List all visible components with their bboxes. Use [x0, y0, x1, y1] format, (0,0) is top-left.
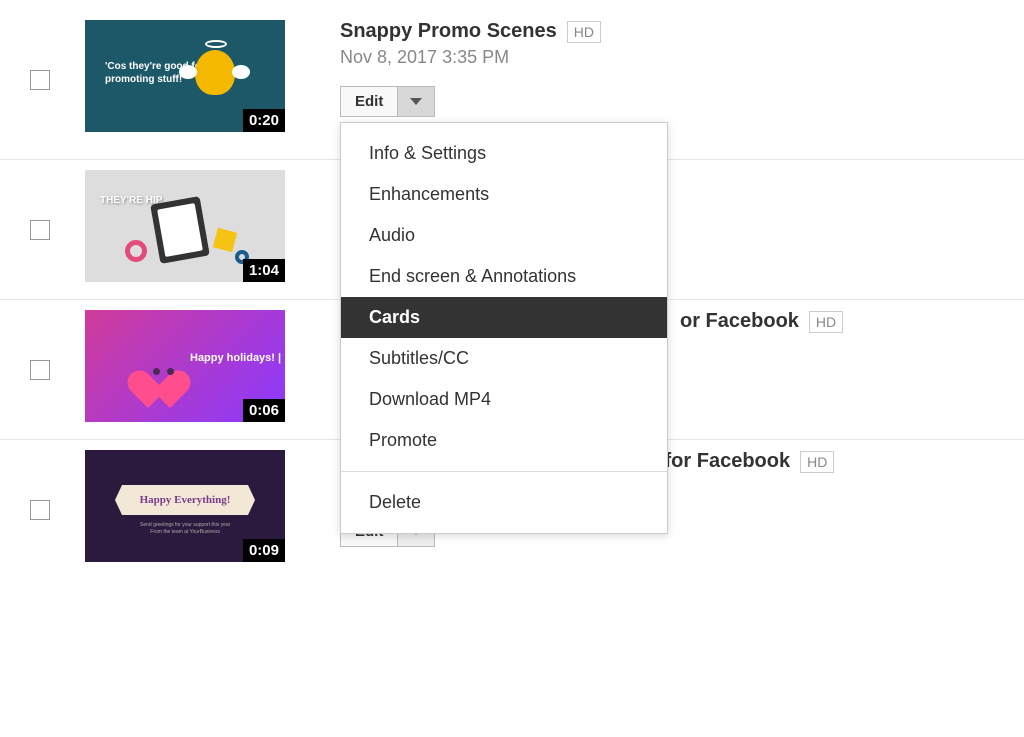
menu-section: Delete	[341, 472, 667, 533]
wing-icon	[179, 65, 197, 79]
edit-button[interactable]: Edit	[340, 86, 398, 117]
halo-icon	[205, 40, 227, 48]
menu-item-enhancements[interactable]: Enhancements	[341, 174, 667, 215]
duration-badge: 0:06	[243, 399, 285, 422]
duration-badge: 0:09	[243, 539, 285, 562]
thumb-subtext: Send greetings for your support this yea…	[140, 522, 230, 536]
menu-item-end-screen[interactable]: End screen & Annotations	[341, 256, 667, 297]
hd-badge: HD	[809, 311, 843, 333]
hd-badge: HD	[567, 21, 601, 43]
eye-icon	[167, 368, 174, 375]
thumb-caption: Happy holidays! |	[190, 352, 281, 364]
title-row: Snappy Promo Scenes HD	[340, 20, 1024, 43]
edit-dropdown-menu: Info & Settings Enhancements Audio End s…	[340, 122, 668, 534]
cube-icon	[213, 228, 237, 252]
menu-item-delete[interactable]: Delete	[341, 482, 667, 523]
video-info: Snappy Promo Scenes HD Nov 8, 2017 3:35 …	[290, 20, 1024, 117]
checkbox-cell	[0, 310, 80, 380]
menu-item-info-settings[interactable]: Info & Settings	[341, 133, 667, 174]
video-thumbnail[interactable]: Happy Everything! Send greetings for you…	[85, 450, 285, 562]
thumbnail-cell: 'Cos they're good forpromoting stuff! 0:…	[80, 20, 290, 132]
menu-item-promote[interactable]: Promote	[341, 420, 667, 461]
checkbox-cell	[0, 450, 80, 520]
video-thumbnail[interactable]: 'Cos they're good forpromoting stuff! 0:…	[85, 20, 285, 132]
select-checkbox[interactable]	[30, 70, 50, 90]
ring-icon	[125, 240, 147, 262]
duration-badge: 1:04	[243, 259, 285, 282]
card-icon	[150, 196, 210, 264]
select-checkbox[interactable]	[30, 500, 50, 520]
video-list: 'Cos they're good forpromoting stuff! 0:…	[0, 0, 1024, 580]
hd-badge: HD	[800, 451, 834, 473]
select-checkbox[interactable]	[30, 220, 50, 240]
thumb-caption: Happy Everything!	[140, 494, 231, 506]
wing-icon	[232, 65, 250, 79]
menu-item-cards[interactable]: Cards	[341, 297, 667, 338]
menu-section: Info & Settings Enhancements Audio End s…	[341, 123, 667, 471]
select-checkbox[interactable]	[30, 360, 50, 380]
checkbox-cell	[0, 170, 80, 240]
thumbnail-cell: Happy Everything! Send greetings for you…	[80, 450, 290, 562]
eye-icon	[153, 368, 160, 375]
heart-icon	[141, 355, 185, 395]
character-icon	[195, 50, 235, 95]
menu-item-subtitles[interactable]: Subtitles/CC	[341, 338, 667, 379]
thumbnail-cell: THEY'RE HIP 1:04	[80, 170, 290, 282]
thumbnail-cell: Happy holidays! | 0:06	[80, 310, 290, 422]
video-thumbnail[interactable]: Happy holidays! | 0:06	[85, 310, 285, 422]
video-title[interactable]: or Facebook	[680, 310, 799, 333]
checkbox-cell	[0, 20, 80, 90]
menu-item-audio[interactable]: Audio	[341, 215, 667, 256]
video-title[interactable]: Snappy Promo Scenes	[340, 20, 557, 43]
edit-button-group: Edit Info & Settings Enhancements Audio …	[340, 86, 435, 117]
video-date: Nov 8, 2017 3:35 PM	[340, 47, 1024, 68]
video-thumbnail[interactable]: THEY'RE HIP 1:04	[85, 170, 285, 282]
chevron-down-icon	[410, 98, 422, 105]
duration-badge: 0:20	[243, 109, 285, 132]
banner-icon: Happy Everything!	[115, 485, 255, 515]
edit-dropdown-toggle[interactable]	[398, 86, 435, 117]
menu-item-download-mp4[interactable]: Download MP4	[341, 379, 667, 420]
video-row: 'Cos they're good forpromoting stuff! 0:…	[0, 20, 1024, 160]
